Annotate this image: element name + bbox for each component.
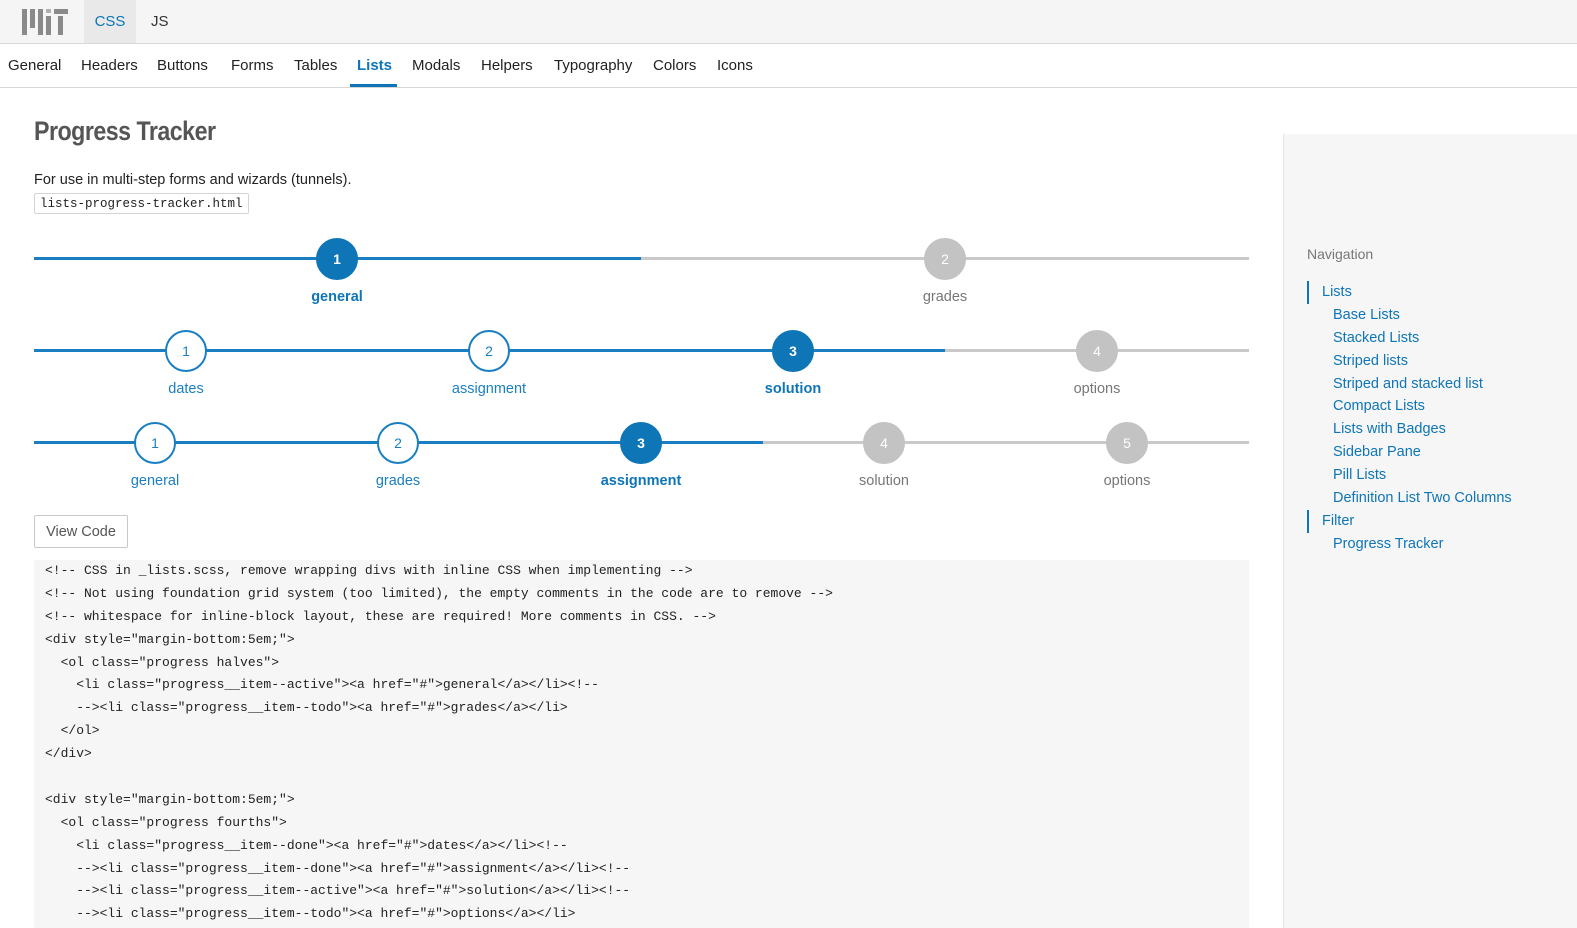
nav-modals[interactable]: Modals bbox=[412, 44, 460, 87]
step-label-solution[interactable]: solution bbox=[693, 381, 893, 397]
step-label-grades[interactable]: grades bbox=[298, 473, 498, 489]
step-circle-general[interactable]: 1 bbox=[316, 238, 358, 280]
step-label-general[interactable]: general bbox=[55, 473, 255, 489]
nav-link-filter[interactable]: Filter bbox=[1307, 509, 1567, 533]
nav-link-pill-lists[interactable]: Pill Lists bbox=[1307, 464, 1567, 487]
nav-buttons[interactable]: Buttons bbox=[157, 44, 208, 87]
navigation-list: Lists Base Lists Stacked Lists Striped l… bbox=[1307, 281, 1567, 556]
code-line: <li class="progress__item--done"><a href… bbox=[45, 837, 568, 853]
nav-link-striped-stacked-list[interactable]: Striped and stacked list bbox=[1307, 373, 1567, 396]
code-line: <ol class="progress halves"> bbox=[45, 654, 280, 670]
nav-lists[interactable]: Lists bbox=[357, 44, 392, 87]
step-circle-grades[interactable]: 2 bbox=[377, 422, 419, 464]
file-name-tag: lists-progress-tracker.html bbox=[34, 193, 249, 214]
step-label-grades[interactable]: grades bbox=[845, 289, 1045, 305]
code-line: </ol> bbox=[45, 723, 100, 739]
mit-logo[interactable] bbox=[22, 9, 68, 35]
nav-link-base-lists[interactable]: Base Lists bbox=[1307, 304, 1567, 327]
step-circle-general[interactable]: 1 bbox=[134, 422, 176, 464]
code-line: --><li class="progress__item--todo"><a h… bbox=[45, 700, 568, 716]
nav-link-sidebar-pane[interactable]: Sidebar Pane bbox=[1307, 441, 1567, 464]
navigation-heading: Navigation bbox=[1307, 246, 1374, 262]
step-label-options[interactable]: options bbox=[997, 381, 1197, 397]
step-circle-solution[interactable]: 4 bbox=[863, 422, 905, 464]
step-circle-options[interactable]: 4 bbox=[1076, 330, 1118, 372]
code-line: <ol class="progress fourths"> bbox=[45, 814, 287, 830]
page-title: Progress Tracker bbox=[34, 116, 216, 146]
page-description: For use in multi-step forms and wizards … bbox=[34, 172, 352, 188]
category-nav: General Headers Buttons Forms Tables Lis… bbox=[0, 44, 1577, 88]
nav-helpers[interactable]: Helpers bbox=[481, 44, 533, 87]
code-line: --><li class="progress__item--todo"><a h… bbox=[45, 906, 576, 922]
code-line: --><li class="progress__item--done"><a h… bbox=[45, 860, 631, 876]
step-circle-dates[interactable]: 1 bbox=[165, 330, 207, 372]
tab-css[interactable]: CSS bbox=[84, 0, 136, 43]
progress-tracker-halves: 1 2 general grades bbox=[34, 229, 1249, 309]
tracker-line-todo bbox=[763, 441, 1249, 444]
step-circle-options[interactable]: 5 bbox=[1106, 422, 1148, 464]
nav-headers[interactable]: Headers bbox=[81, 44, 138, 87]
code-line: <!-- CSS in _lists.scss, remove wrapping… bbox=[45, 563, 693, 578]
code-line: <!-- Not using foundation grid system (t… bbox=[45, 585, 833, 601]
active-tab-indicator bbox=[350, 84, 397, 87]
nav-tables[interactable]: Tables bbox=[294, 44, 337, 87]
nav-link-striped-lists[interactable]: Striped lists bbox=[1307, 350, 1567, 373]
step-circle-assignment[interactable]: 3 bbox=[620, 422, 662, 464]
nav-link-lists[interactable]: Lists bbox=[1307, 281, 1567, 304]
step-label-assignment[interactable]: assignment bbox=[389, 381, 589, 397]
step-circle-grades[interactable]: 2 bbox=[924, 238, 966, 280]
code-line: </div> bbox=[45, 746, 92, 762]
step-label-general[interactable]: general bbox=[237, 289, 437, 305]
nav-link-stacked-lists[interactable]: Stacked Lists bbox=[1307, 327, 1567, 350]
code-line: <li class="progress__item--active"><a hr… bbox=[45, 677, 599, 693]
nav-forms[interactable]: Forms bbox=[231, 44, 274, 87]
step-label-options[interactable]: options bbox=[1027, 473, 1227, 489]
nav-general[interactable]: General bbox=[8, 44, 61, 87]
view-code-button[interactable]: View Code bbox=[34, 515, 128, 548]
nav-link-lists-with-badges[interactable]: Lists with Badges bbox=[1307, 418, 1567, 441]
nav-icons[interactable]: Icons bbox=[717, 44, 753, 87]
nav-colors[interactable]: Colors bbox=[653, 44, 696, 87]
step-label-assignment[interactable]: assignment bbox=[541, 473, 741, 489]
code-line: <!-- whitespace for inline-block layout,… bbox=[45, 608, 716, 624]
nav-link-definition-list[interactable]: Definition List Two Columns bbox=[1307, 487, 1567, 510]
step-label-dates[interactable]: dates bbox=[86, 381, 286, 397]
code-line: <div style="margin-bottom:5em;"> bbox=[45, 631, 295, 647]
progress-tracker-fifths: 1 2 3 4 5 general grades assignment solu… bbox=[34, 413, 1249, 493]
step-circle-assignment[interactable]: 2 bbox=[468, 330, 510, 372]
tab-js[interactable]: JS bbox=[151, 0, 169, 43]
nav-link-progress-tracker[interactable]: Progress Tracker bbox=[1307, 533, 1567, 556]
nav-link-compact-lists[interactable]: Compact Lists bbox=[1307, 395, 1567, 418]
nav-typography[interactable]: Typography bbox=[554, 44, 632, 87]
code-line: --><li class="progress__item--active"><a… bbox=[45, 883, 631, 899]
step-circle-solution[interactable]: 3 bbox=[772, 330, 814, 372]
code-block[interactable]: <!-- CSS in _lists.scss, remove wrapping… bbox=[34, 560, 1249, 928]
code-line: <div style="margin-bottom:5em;"> bbox=[45, 791, 295, 807]
step-label-solution[interactable]: solution bbox=[784, 473, 984, 489]
top-bar: CSS JS bbox=[0, 0, 1577, 44]
page-navigation-sidebar: Navigation Lists Base Lists Stacked List… bbox=[1283, 134, 1577, 928]
progress-tracker-fourths: 1 2 3 4 dates assignment solution option… bbox=[34, 321, 1249, 401]
